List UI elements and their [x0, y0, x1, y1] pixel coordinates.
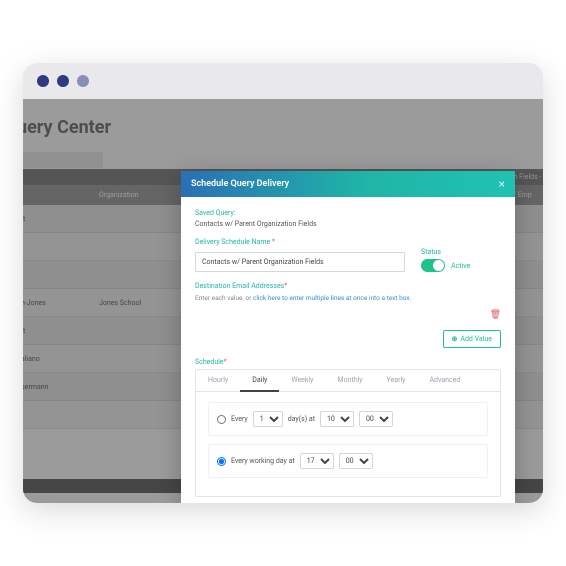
- tab-bar: Hourly Daily Weekly Monthly Yearly Advan…: [196, 370, 500, 392]
- saved-query-value: Contacts w/ Parent Organization Fields: [195, 220, 501, 228]
- add-value-button[interactable]: ⊕Add Value: [443, 330, 501, 348]
- close-icon[interactable]: ×: [499, 177, 505, 191]
- window-dot: [77, 75, 89, 87]
- window-dot: [37, 75, 49, 87]
- saved-query-label: Saved Query:: [195, 209, 501, 217]
- modal-title: Schedule Query Delivery: [191, 179, 289, 189]
- hour-select-2[interactable]: 17: [300, 453, 334, 469]
- status-value: Active: [451, 262, 470, 270]
- every-n-days-radio[interactable]: [217, 415, 226, 424]
- tab-advanced[interactable]: Advanced: [417, 370, 472, 391]
- tab-yearly[interactable]: Yearly: [375, 370, 418, 391]
- every-working-day-radio[interactable]: [217, 457, 226, 466]
- status-label: Status: [421, 248, 501, 256]
- modal-header: Schedule Query Delivery ×: [181, 171, 515, 197]
- trash-icon[interactable]: 🗑: [490, 310, 501, 320]
- schedule-section-label: Schedule*: [195, 358, 501, 366]
- minute-select-2[interactable]: 00: [339, 453, 373, 469]
- tab-content: Every 1 day(s) at 10 00 Every working da…: [196, 392, 500, 496]
- window-dot: [57, 75, 69, 87]
- every-n-days-option[interactable]: Every 1 day(s) at 10 00: [208, 402, 488, 436]
- destination-hint: Enter each value, or click here to enter…: [195, 294, 501, 302]
- titlebar: [23, 63, 543, 99]
- schedule-query-modal: Schedule Query Delivery × Saved Query: C…: [181, 171, 515, 503]
- plus-icon: ⊕: [452, 335, 458, 343]
- tab-daily[interactable]: Daily: [240, 370, 279, 392]
- tab-monthly[interactable]: Monthly: [325, 370, 374, 391]
- minute-select[interactable]: 00: [359, 411, 393, 427]
- destination-label: Destination Email Addresses*: [195, 282, 501, 290]
- app-viewport: uery Center Contacts w/ Parent Organizat…: [23, 99, 543, 503]
- tab-weekly[interactable]: Weekly: [279, 370, 325, 391]
- multi-line-link[interactable]: click here to enter multiple lines at on…: [253, 294, 410, 302]
- tab-hourly[interactable]: Hourly: [196, 370, 240, 391]
- schedule-name-input[interactable]: [195, 252, 405, 272]
- status-toggle[interactable]: [421, 259, 445, 272]
- hour-select[interactable]: 10: [320, 411, 354, 427]
- every-working-day-option[interactable]: Every working day at 17 00: [208, 444, 488, 478]
- modal-body: Saved Query: Contacts w/ Parent Organiza…: [181, 197, 515, 497]
- days-count-select[interactable]: 1: [253, 411, 283, 427]
- schedule-name-label: Delivery Schedule Name *: [195, 238, 405, 246]
- schedule-tabs: Hourly Daily Weekly Monthly Yearly Advan…: [195, 369, 501, 497]
- browser-frame: uery Center Contacts w/ Parent Organizat…: [23, 63, 543, 503]
